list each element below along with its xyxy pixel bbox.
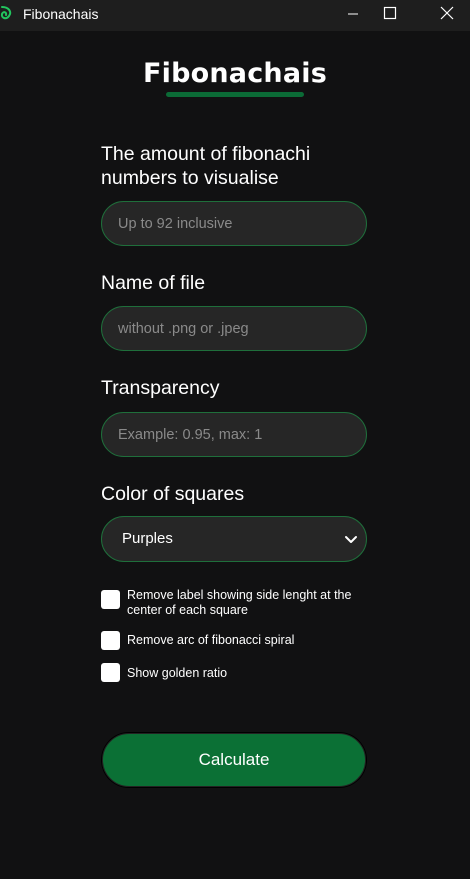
color-select-value: Purples bbox=[122, 530, 173, 547]
chevron-down-icon bbox=[344, 532, 358, 546]
amount-label: The amount of fibonachi numbers to visua… bbox=[101, 143, 311, 189]
minimize-icon bbox=[347, 7, 359, 25]
brand-underline bbox=[166, 92, 304, 97]
remove-arc-checkbox[interactable] bbox=[101, 631, 120, 650]
filename-label: Name of file bbox=[101, 272, 206, 294]
remove-label-checkbox[interactable] bbox=[101, 590, 120, 609]
app-window: Fibonachais Fibonachais The amount of fi… bbox=[0, 0, 470, 879]
brand-title: Fibonachais bbox=[143, 58, 327, 89]
maximize-button[interactable] bbox=[367, 0, 413, 31]
close-icon bbox=[440, 6, 454, 25]
remove-label-text: Remove label showing side lenght at the … bbox=[127, 588, 352, 617]
spiral-icon bbox=[0, 3, 16, 23]
close-button[interactable] bbox=[424, 0, 470, 31]
filename-input[interactable] bbox=[101, 306, 367, 351]
window-title: Fibonachais bbox=[23, 6, 99, 22]
calculate-button[interactable]: Calculate bbox=[102, 733, 366, 787]
remove-arc-text: Remove arc of fibonacci spiral bbox=[127, 633, 295, 647]
transparency-label: Transparency bbox=[101, 377, 220, 399]
golden-ratio-checkbox[interactable] bbox=[101, 663, 120, 682]
transparency-input[interactable] bbox=[101, 412, 367, 457]
golden-ratio-text: Show golden ratio bbox=[127, 666, 228, 680]
color-select[interactable]: Purples bbox=[101, 516, 367, 562]
maximize-icon bbox=[383, 6, 397, 25]
title-bar[interactable]: Fibonachais bbox=[0, 0, 470, 31]
color-label: Color of squares bbox=[101, 483, 245, 505]
amount-input[interactable] bbox=[101, 201, 367, 246]
